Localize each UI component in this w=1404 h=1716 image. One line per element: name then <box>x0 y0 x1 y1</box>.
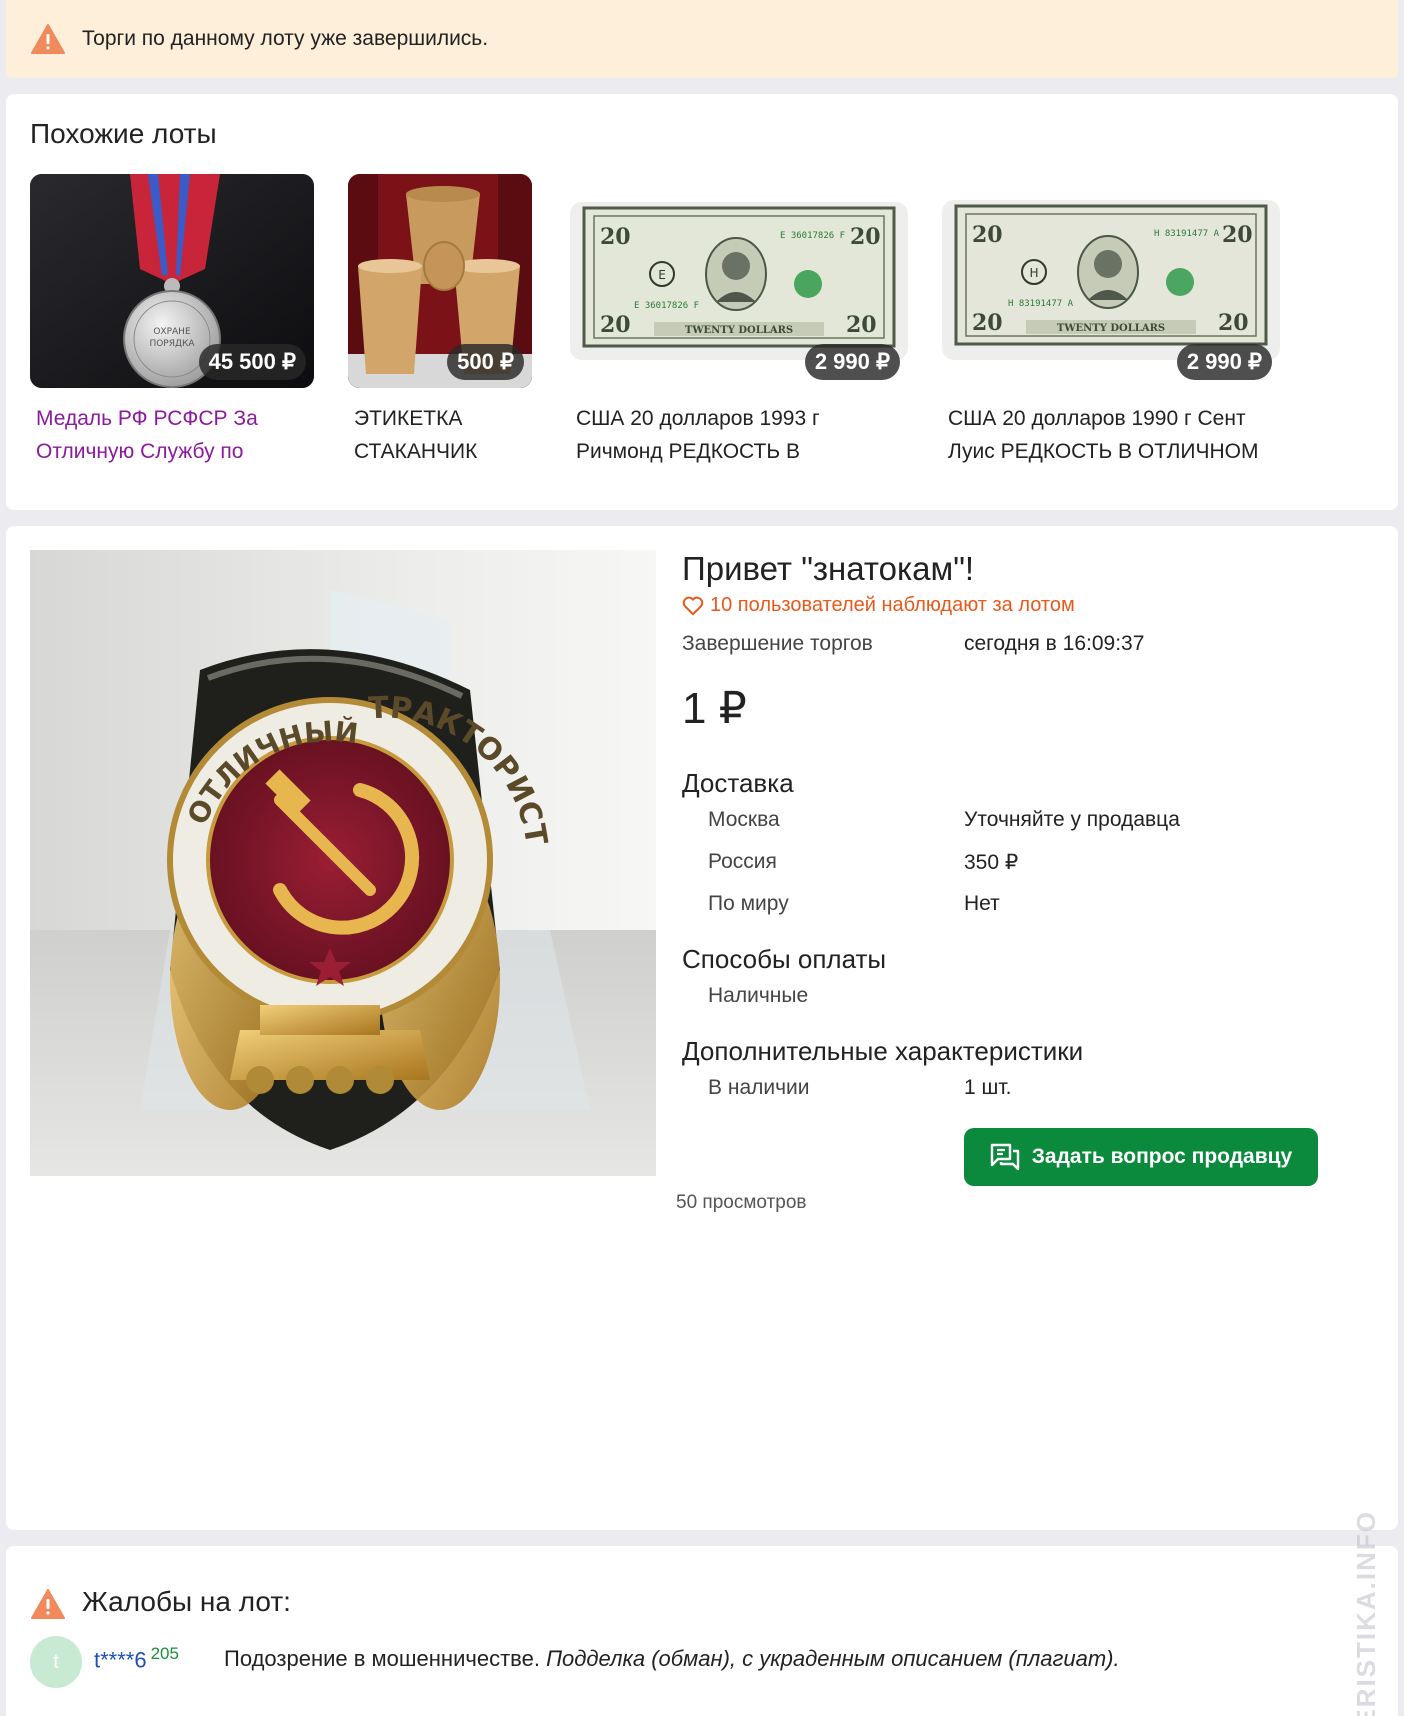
similar-lot-card[interactable]: 20 20 20 20 E E 36017826 F E 36017826 F … <box>570 174 908 468</box>
lot-title-link[interactable]: США 20 долларов 1993 г Ричмонд РЕДКОСТЬ … <box>570 402 908 468</box>
svg-text:H 83191477 A: H 83191477 A <box>1008 299 1074 309</box>
payment-row: Наличные <box>682 975 1382 1017</box>
delivery-region: По миру <box>708 892 789 915</box>
svg-text:H 83191477 A: H 83191477 A <box>1154 229 1220 239</box>
complainant-username[interactable]: t****6 205 <box>94 1644 179 1673</box>
lot-info: Привет "знатокам"! 10 пользователей набл… <box>682 550 1382 1186</box>
auction-ended-banner: Торги по данному лоту уже завершились. <box>6 0 1398 78</box>
svg-text:ОХРАНЕ: ОХРАНЕ <box>153 327 191 337</box>
delivery-cost: Уточняйте у продавца <box>964 808 1180 831</box>
banner-text: Торги по данному лоту уже завершились. <box>82 27 489 50</box>
views-count: 50 просмотров <box>676 1192 807 1213</box>
badge-photo: ОТЛИЧНЫЙ ТРАКТОРИСТ <box>30 550 656 1176</box>
delivery-row: Россия 350 ₽ <box>682 841 1382 883</box>
lot-thumbnail[interactable]: 500 ₽ <box>348 174 532 388</box>
svg-text:20: 20 <box>850 224 881 250</box>
payment-method: Наличные <box>708 984 809 1007</box>
svg-text:ПОРЯДКА: ПОРЯДКА <box>149 339 195 349</box>
lot-title-link[interactable]: ЭТИКЕТКА СТАКАНЧИК <box>348 402 532 468</box>
svg-text:20: 20 <box>846 312 877 338</box>
similar-lots-heading: Похожие лоты <box>30 118 217 149</box>
delivery-region: Москва <box>708 808 780 831</box>
lot-title-link[interactable]: Медаль РФ РСФСР За Отличную Службу по <box>30 402 314 468</box>
warning-icon <box>31 24 65 54</box>
svg-text:20: 20 <box>972 222 1003 248</box>
svg-text:E: E <box>658 268 666 282</box>
chat-icon <box>990 1143 1019 1171</box>
complaint-reason: Подозрение в мошенничестве. Подделка (об… <box>224 1646 1120 1672</box>
lot-thumbnail[interactable]: ОХРАНЕ ПОРЯДКА 45 500 ₽ <box>30 174 314 388</box>
lot-panel: ОТЛИЧНЫЙ ТРАКТОРИСТ Привет "знатокам"! 1… <box>6 526 1398 1530</box>
extra-heading: Дополнительные характеристики <box>682 1036 1084 1066</box>
delivery-cost: Нет <box>964 892 1000 915</box>
ask-seller-button[interactable]: Задать вопрос продавцу <box>964 1128 1318 1186</box>
delivery-row: По миру Нет <box>682 883 1382 925</box>
heart-icon <box>682 596 704 615</box>
payment-heading: Способы оплаты <box>682 944 887 974</box>
similar-lot-card[interactable]: 20 20 20 20 H H 83191477 A H 83191477 A … <box>942 174 1280 468</box>
extra-row: В наличии 1 шт. <box>682 1067 1382 1109</box>
delivery-region: Россия <box>708 850 777 873</box>
lot-price: 2 990 ₽ <box>804 344 900 380</box>
svg-text:20: 20 <box>1218 310 1249 336</box>
similar-lots-panel: Похожие лоты ОХРАНЕ ПОРЯДКА 45 500 ₽ Мед… <box>6 94 1398 510</box>
svg-text:TWENTY DOLLARS: TWENTY DOLLARS <box>1057 323 1165 334</box>
svg-text:E 36017826 F: E 36017826 F <box>780 231 845 241</box>
ask-seller-label: Задать вопрос продавцу <box>1031 1145 1293 1168</box>
svg-text:H: H <box>1029 266 1038 280</box>
avatar[interactable]: t <box>30 1636 82 1688</box>
lot-thumbnail[interactable]: 20 20 20 20 E E 36017826 F E 36017826 F … <box>570 174 908 388</box>
auction-end-value: сегодня в 16:09:37 <box>964 632 1145 655</box>
svg-text:20: 20 <box>600 312 631 338</box>
watermark: FALERISTIKA.INFO <box>1351 1510 1381 1716</box>
lot-main-photo[interactable]: ОТЛИЧНЫЙ ТРАКТОРИСТ <box>30 550 656 1176</box>
watchers-text: 10 пользователей наблюдают за лотом <box>710 594 1075 616</box>
delivery-cost: 350 ₽ <box>964 850 1019 874</box>
delivery-heading: Доставка <box>682 768 794 798</box>
lot-title-link[interactable]: США 20 долларов 1990 г Сент Луис РЕДКОСТ… <box>942 402 1280 468</box>
complaint-type: Подозрение в мошенничестве. <box>224 1646 540 1671</box>
complaint-detail: Подделка (обман), с украденным описанием… <box>546 1646 1120 1671</box>
svg-text:TWENTY DOLLARS: TWENTY DOLLARS <box>685 325 793 336</box>
lot-price: 45 500 ₽ <box>198 344 306 380</box>
svg-text:E 36017826 F: E 36017826 F <box>634 301 699 311</box>
svg-text:20: 20 <box>1222 222 1253 248</box>
lot-price: 500 ₽ <box>447 344 524 380</box>
complaints-heading: Жалобы на лот: <box>82 1586 291 1617</box>
lot-title: Привет "знатокам"! <box>682 550 975 587</box>
current-bid: 1 ₽ <box>682 684 747 733</box>
svg-text:20: 20 <box>600 224 631 250</box>
similar-lot-card[interactable]: 500 ₽ ЭТИКЕТКА СТАКАНЧИК <box>348 174 532 468</box>
user-rating: 205 <box>150 1644 179 1663</box>
warning-icon <box>31 1589 65 1619</box>
watchers-link[interactable]: 10 пользователей наблюдают за лотом <box>682 594 1382 617</box>
auction-end-row: Завершение торгов сегодня в 16:09:37 <box>682 623 1382 665</box>
extra-value: 1 шт. <box>964 1076 1012 1099</box>
lot-thumbnail[interactable]: 20 20 20 20 H H 83191477 A H 83191477 A … <box>942 174 1280 388</box>
auction-end-label: Завершение торгов <box>682 632 873 655</box>
extra-label: В наличии <box>708 1076 810 1099</box>
complaints-panel: Жалобы на лот: t t****6 205 Подозрение в … <box>6 1546 1398 1716</box>
similar-lot-card[interactable]: ОХРАНЕ ПОРЯДКА 45 500 ₽ Медаль РФ РСФСР … <box>30 174 314 468</box>
svg-text:20: 20 <box>972 310 1003 336</box>
username-text: t****6 <box>94 1647 147 1673</box>
lot-price: 2 990 ₽ <box>1176 344 1272 380</box>
delivery-row: Москва Уточняйте у продавца <box>682 799 1382 841</box>
